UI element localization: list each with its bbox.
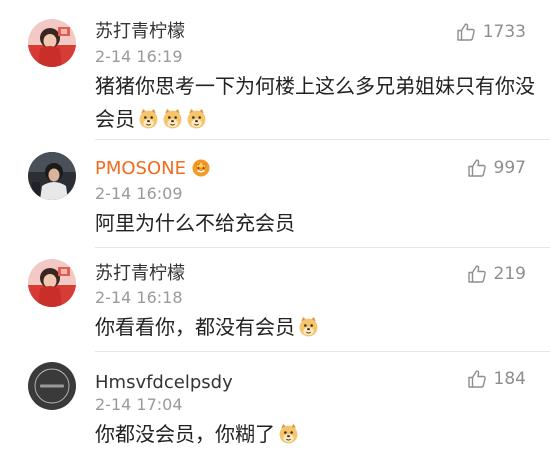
- comment-item: 苏打青柠檬 2-14 16:19 猪猪你思考一下为何楼上这么多兄弟姐妹只有你没会…: [0, 0, 550, 140]
- thumbs-up-icon: [457, 23, 475, 41]
- doge-emoji: [298, 314, 319, 337]
- comment-text-content: 你都没会员，你糊了: [95, 422, 275, 446]
- avatar[interactable]: [28, 19, 76, 67]
- doge-emoji: [138, 106, 159, 129]
- thumbs-up-icon: [467, 370, 486, 388]
- vip-crown-icon: [191, 157, 211, 177]
- comment-text-content: 你看看你，都没有会员: [95, 315, 295, 339]
- like-count: 219: [493, 264, 526, 284]
- comment-text-content: 猪猪你思考一下为何楼上这么多兄弟姐妹只有你没会员: [95, 74, 535, 131]
- comment-item: PMOSONE 2-14 16:09 阿里为什么不给充会员 997: [0, 140, 550, 248]
- comment-text-content: 阿里为什么不给充会员: [95, 211, 295, 235]
- timestamp: 2-14 16:19: [95, 47, 183, 66]
- like-count: 184: [493, 369, 526, 389]
- like-button[interactable]: 1733: [456, 20, 526, 44]
- doge-emoji: [162, 106, 183, 129]
- timestamp: 2-14 17:04: [95, 395, 183, 414]
- username[interactable]: Hmsvfdcelpsdy: [95, 372, 233, 394]
- like-count: 997: [493, 158, 526, 178]
- avatar[interactable]: [28, 362, 76, 410]
- avatar[interactable]: [28, 259, 76, 307]
- doge-emoji: [278, 421, 299, 444]
- timestamp: 2-14 16:09: [95, 184, 183, 203]
- avatar[interactable]: [28, 152, 76, 200]
- username[interactable]: 苏打青柠檬: [95, 21, 185, 43]
- like-count: 1733: [482, 22, 526, 42]
- username-text: PMOSONE: [95, 158, 186, 179]
- like-button[interactable]: 184: [467, 367, 526, 391]
- doge-emoji: [186, 106, 207, 129]
- comment-text: 你都没会员，你糊了: [95, 418, 535, 451]
- comment-text: 猪猪你思考一下为何楼上这么多兄弟姐妹只有你没会员: [95, 70, 535, 136]
- username[interactable]: PMOSONE: [95, 157, 211, 180]
- comment-text: 阿里为什么不给充会员: [95, 207, 535, 240]
- comment-item: 苏打青柠檬 2-14 16:18 你看看你，都没有会员 219: [0, 248, 550, 352]
- like-button[interactable]: 219: [467, 262, 526, 286]
- comment-item: Hmsvfdcelpsdy 2-14 17:04 你都没会员，你糊了 184: [0, 352, 550, 464]
- like-button[interactable]: 997: [467, 156, 526, 180]
- timestamp: 2-14 16:18: [95, 288, 183, 307]
- comment-text: 你看看你，都没有会员: [95, 311, 535, 344]
- thumbs-up-icon: [467, 265, 486, 283]
- username[interactable]: 苏打青柠檬: [95, 263, 185, 285]
- comment-list: 苏打青柠檬 2-14 16:19 猪猪你思考一下为何楼上这么多兄弟姐妹只有你没会…: [0, 0, 550, 464]
- thumbs-up-icon: [467, 159, 486, 177]
